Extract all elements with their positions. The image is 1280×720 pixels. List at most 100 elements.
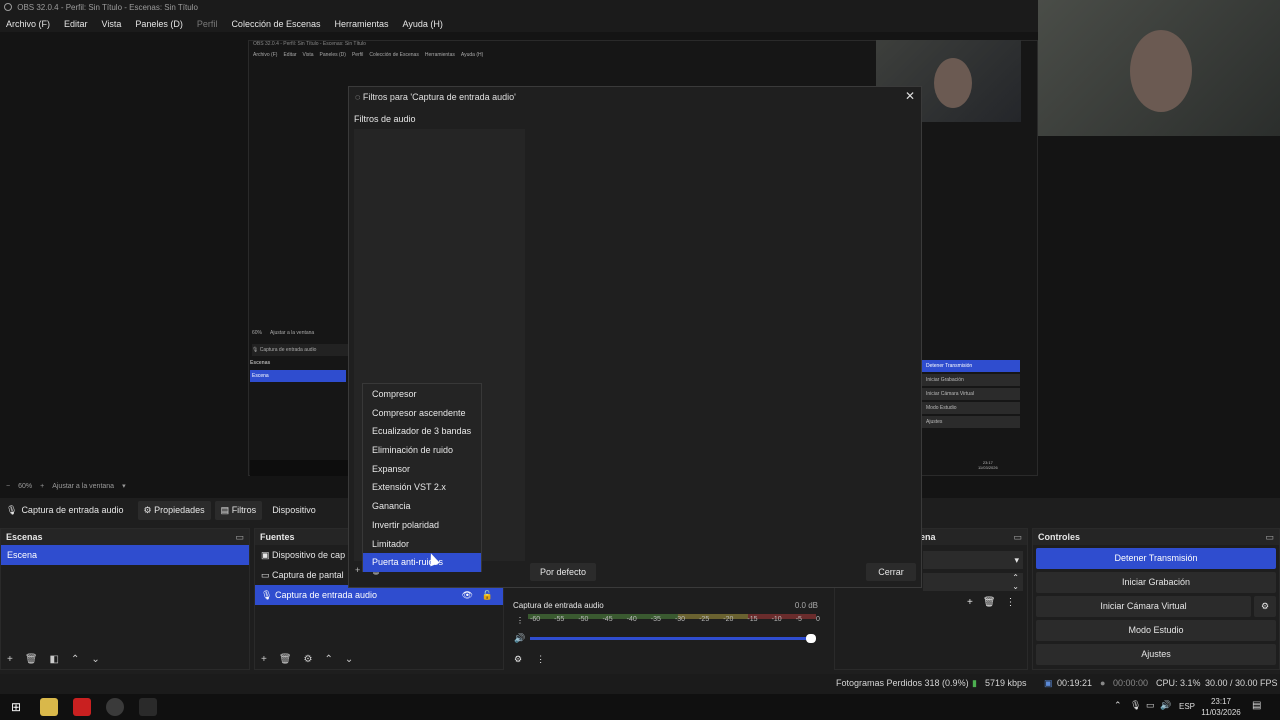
filters-button[interactable]: ▤ Filtros xyxy=(214,500,263,520)
menu-vista[interactable]: Vista xyxy=(102,16,122,32)
volume-slider-handle[interactable] xyxy=(806,634,816,643)
stream-time: 00:19:21 xyxy=(1057,678,1093,688)
opera-icon[interactable] xyxy=(73,698,91,716)
menu-item-ecualizador[interactable]: Ecualizador de 3 bandas xyxy=(363,422,481,441)
menu-item-vst[interactable]: Extensión VST 2.x xyxy=(363,478,481,497)
tick: -10 xyxy=(771,616,782,623)
close-icon[interactable]: ✕ xyxy=(905,89,915,103)
fit-window-label[interactable]: Ajustar a la ventana xyxy=(52,480,114,494)
transition-select[interactable]: ▾ xyxy=(923,551,1023,569)
add-filter-button[interactable]: + xyxy=(355,565,360,576)
start-virtual-camera-button[interactable]: Iniciar Cámara Virtual xyxy=(1036,596,1251,617)
audio-filters-label: Filtros de audio xyxy=(354,114,416,124)
transition-more-icon[interactable]: ⋮ xyxy=(1006,597,1016,608)
volume-slider[interactable] xyxy=(530,637,814,640)
mixer-menu-icon[interactable]: ⋮ xyxy=(516,616,524,625)
nested-menu: Archivo (F) Editar Vista Paneles (D) Per… xyxy=(253,52,483,58)
menu-item-ganancia[interactable]: Ganancia xyxy=(363,497,481,516)
scene-item[interactable]: Escena xyxy=(1,545,249,565)
clock[interactable]: 23:17 11/03/2026 xyxy=(1200,696,1242,718)
dropped-frames: Fotogramas Perdidos 318 (0.9%) xyxy=(836,678,969,688)
eye-icon[interactable]: 👁 xyxy=(462,585,473,605)
selected-source-label: Captura de entrada audio xyxy=(21,505,124,515)
remove-source-button[interactable]: 🗑 xyxy=(279,654,292,665)
source-item-selected[interactable]: 🎙 Captura de entrada audio 👁 🔓 xyxy=(255,585,503,605)
notification-icon[interactable]: ▤ xyxy=(1252,700,1261,711)
menu-archivo[interactable]: Archivo (F) xyxy=(6,16,50,32)
dock-menu-icon[interactable]: ▭ xyxy=(1265,529,1274,545)
gear-icon[interactable]: ⚙ xyxy=(1254,596,1276,617)
chevron-down-icon[interactable]: ▾ xyxy=(122,480,126,494)
menu-ayuda[interactable]: Ayuda (H) xyxy=(403,16,443,32)
default-button[interactable]: Por defecto xyxy=(530,563,596,581)
mixer-more-icon[interactable]: ⋮ xyxy=(536,654,545,665)
zoom-in-button[interactable]: + xyxy=(40,480,44,494)
start-recording-button[interactable]: Iniciar Grabación xyxy=(1036,572,1276,593)
app-icon[interactable] xyxy=(139,698,157,716)
move-up-button[interactable]: ⌃ xyxy=(325,654,333,665)
move-down-button[interactable]: ⌄ xyxy=(345,654,353,665)
properties-button[interactable]: ⚙ Propiedades xyxy=(137,500,211,520)
nested-control-button: Ajustes xyxy=(920,416,1020,428)
language-indicator[interactable]: ESP xyxy=(1179,702,1195,711)
zoom-out-button[interactable]: − xyxy=(6,480,10,494)
menu-paneles[interactable]: Paneles (D) xyxy=(135,16,183,32)
mixer-level: 0.0 dB xyxy=(794,601,818,610)
mixer-ticks: -60 -55 -50 -45 -40 -35 -30 -25 -20 -15 … xyxy=(530,616,820,623)
menu-item-compresor[interactable]: Compresor xyxy=(363,385,481,404)
lock-icon[interactable]: 🔓 xyxy=(482,585,493,605)
stop-streaming-button[interactable]: Detener Transmisión xyxy=(1036,548,1276,569)
nested-control-button: Detener Transmisión xyxy=(920,360,1020,372)
network-icon[interactable]: ▭ xyxy=(1146,700,1155,711)
menu-item-puerta-anti-ruidos[interactable]: Puerta anti-ruidos xyxy=(363,553,481,572)
volume-icon[interactable]: 🔊 xyxy=(1160,700,1171,711)
menu-item-eliminacion-ruido[interactable]: Eliminación de ruido xyxy=(363,441,481,460)
source-toolbar: 🎙 Captura de entrada audio ⚙ Propiedades… xyxy=(0,498,350,522)
mic-icon[interactable]: 🎙 xyxy=(1130,700,1141,711)
menu-perfil[interactable]: Perfil xyxy=(197,16,218,32)
move-up-button[interactable]: ⌃ xyxy=(71,654,79,665)
studio-mode-button[interactable]: Modo Estudio xyxy=(1036,620,1276,641)
scenes-title: Escenas xyxy=(6,532,43,542)
menu-item-limitador[interactable]: Limitador xyxy=(363,535,481,554)
clock-date: 11/03/2026 xyxy=(1201,708,1241,717)
mixer-source-label: Captura de entrada audio xyxy=(513,601,604,610)
menu-coleccion[interactable]: Colección de Escenas xyxy=(231,16,320,32)
tray-chevron-icon[interactable]: ⌃ xyxy=(1114,700,1122,711)
move-down-button[interactable]: ⌄ xyxy=(91,654,99,665)
obs-icon[interactable] xyxy=(106,698,124,716)
file-explorer-icon[interactable] xyxy=(40,698,58,716)
tick: -20 xyxy=(723,616,734,623)
menu-item-expansor[interactable]: Expansor xyxy=(363,460,481,479)
tick: -5 xyxy=(795,616,802,623)
source-settings-button[interactable]: ⚙ xyxy=(304,654,313,665)
obs-logo-icon: ◌ xyxy=(355,92,361,102)
settings-button[interactable]: Ajustes xyxy=(1036,644,1276,665)
menu-herramientas[interactable]: Herramientas xyxy=(335,16,389,32)
camera-icon: ▣ xyxy=(261,550,270,560)
close-button[interactable]: Cerrar xyxy=(866,563,916,581)
start-icon[interactable]: ⊞ xyxy=(7,698,25,716)
add-transition-button[interactable]: + xyxy=(967,597,973,608)
dock-menu-icon[interactable]: ▭ xyxy=(235,529,244,545)
scene-filters-button[interactable]: ◧ xyxy=(50,654,59,665)
stream-icon: ▣ xyxy=(1044,678,1053,688)
add-source-button[interactable]: + xyxy=(261,654,267,665)
remove-transition-button[interactable]: 🗑 xyxy=(983,597,996,608)
device-label[interactable]: Dispositivo xyxy=(266,501,322,519)
controls-title: Controles xyxy=(1038,532,1081,542)
menu-editar[interactable]: Editar xyxy=(64,16,88,32)
nested-scenes-title: Escenas xyxy=(250,360,271,366)
menu-item-compresor-ascendente[interactable]: Compresor ascendente xyxy=(363,404,481,423)
nested-menu-item: Perfil xyxy=(351,52,364,58)
nested-scene-item: Escena xyxy=(250,370,346,382)
remove-scene-button[interactable]: 🗑 xyxy=(25,654,38,665)
tick: -60 xyxy=(530,616,541,623)
mixer-settings-icon[interactable]: ⚙ xyxy=(514,654,522,665)
dock-menu-icon[interactable]: ▭ xyxy=(1013,529,1022,545)
menu-item-invertir-polaridad[interactable]: Invertir polaridad xyxy=(363,516,481,535)
speaker-icon[interactable]: 🔊 xyxy=(514,633,525,644)
nested-control-button: Iniciar Cámara Virtual xyxy=(920,388,1020,400)
duration-spinbox[interactable]: ⌃ ⌄ xyxy=(923,573,1023,591)
add-scene-button[interactable]: + xyxy=(7,654,13,665)
